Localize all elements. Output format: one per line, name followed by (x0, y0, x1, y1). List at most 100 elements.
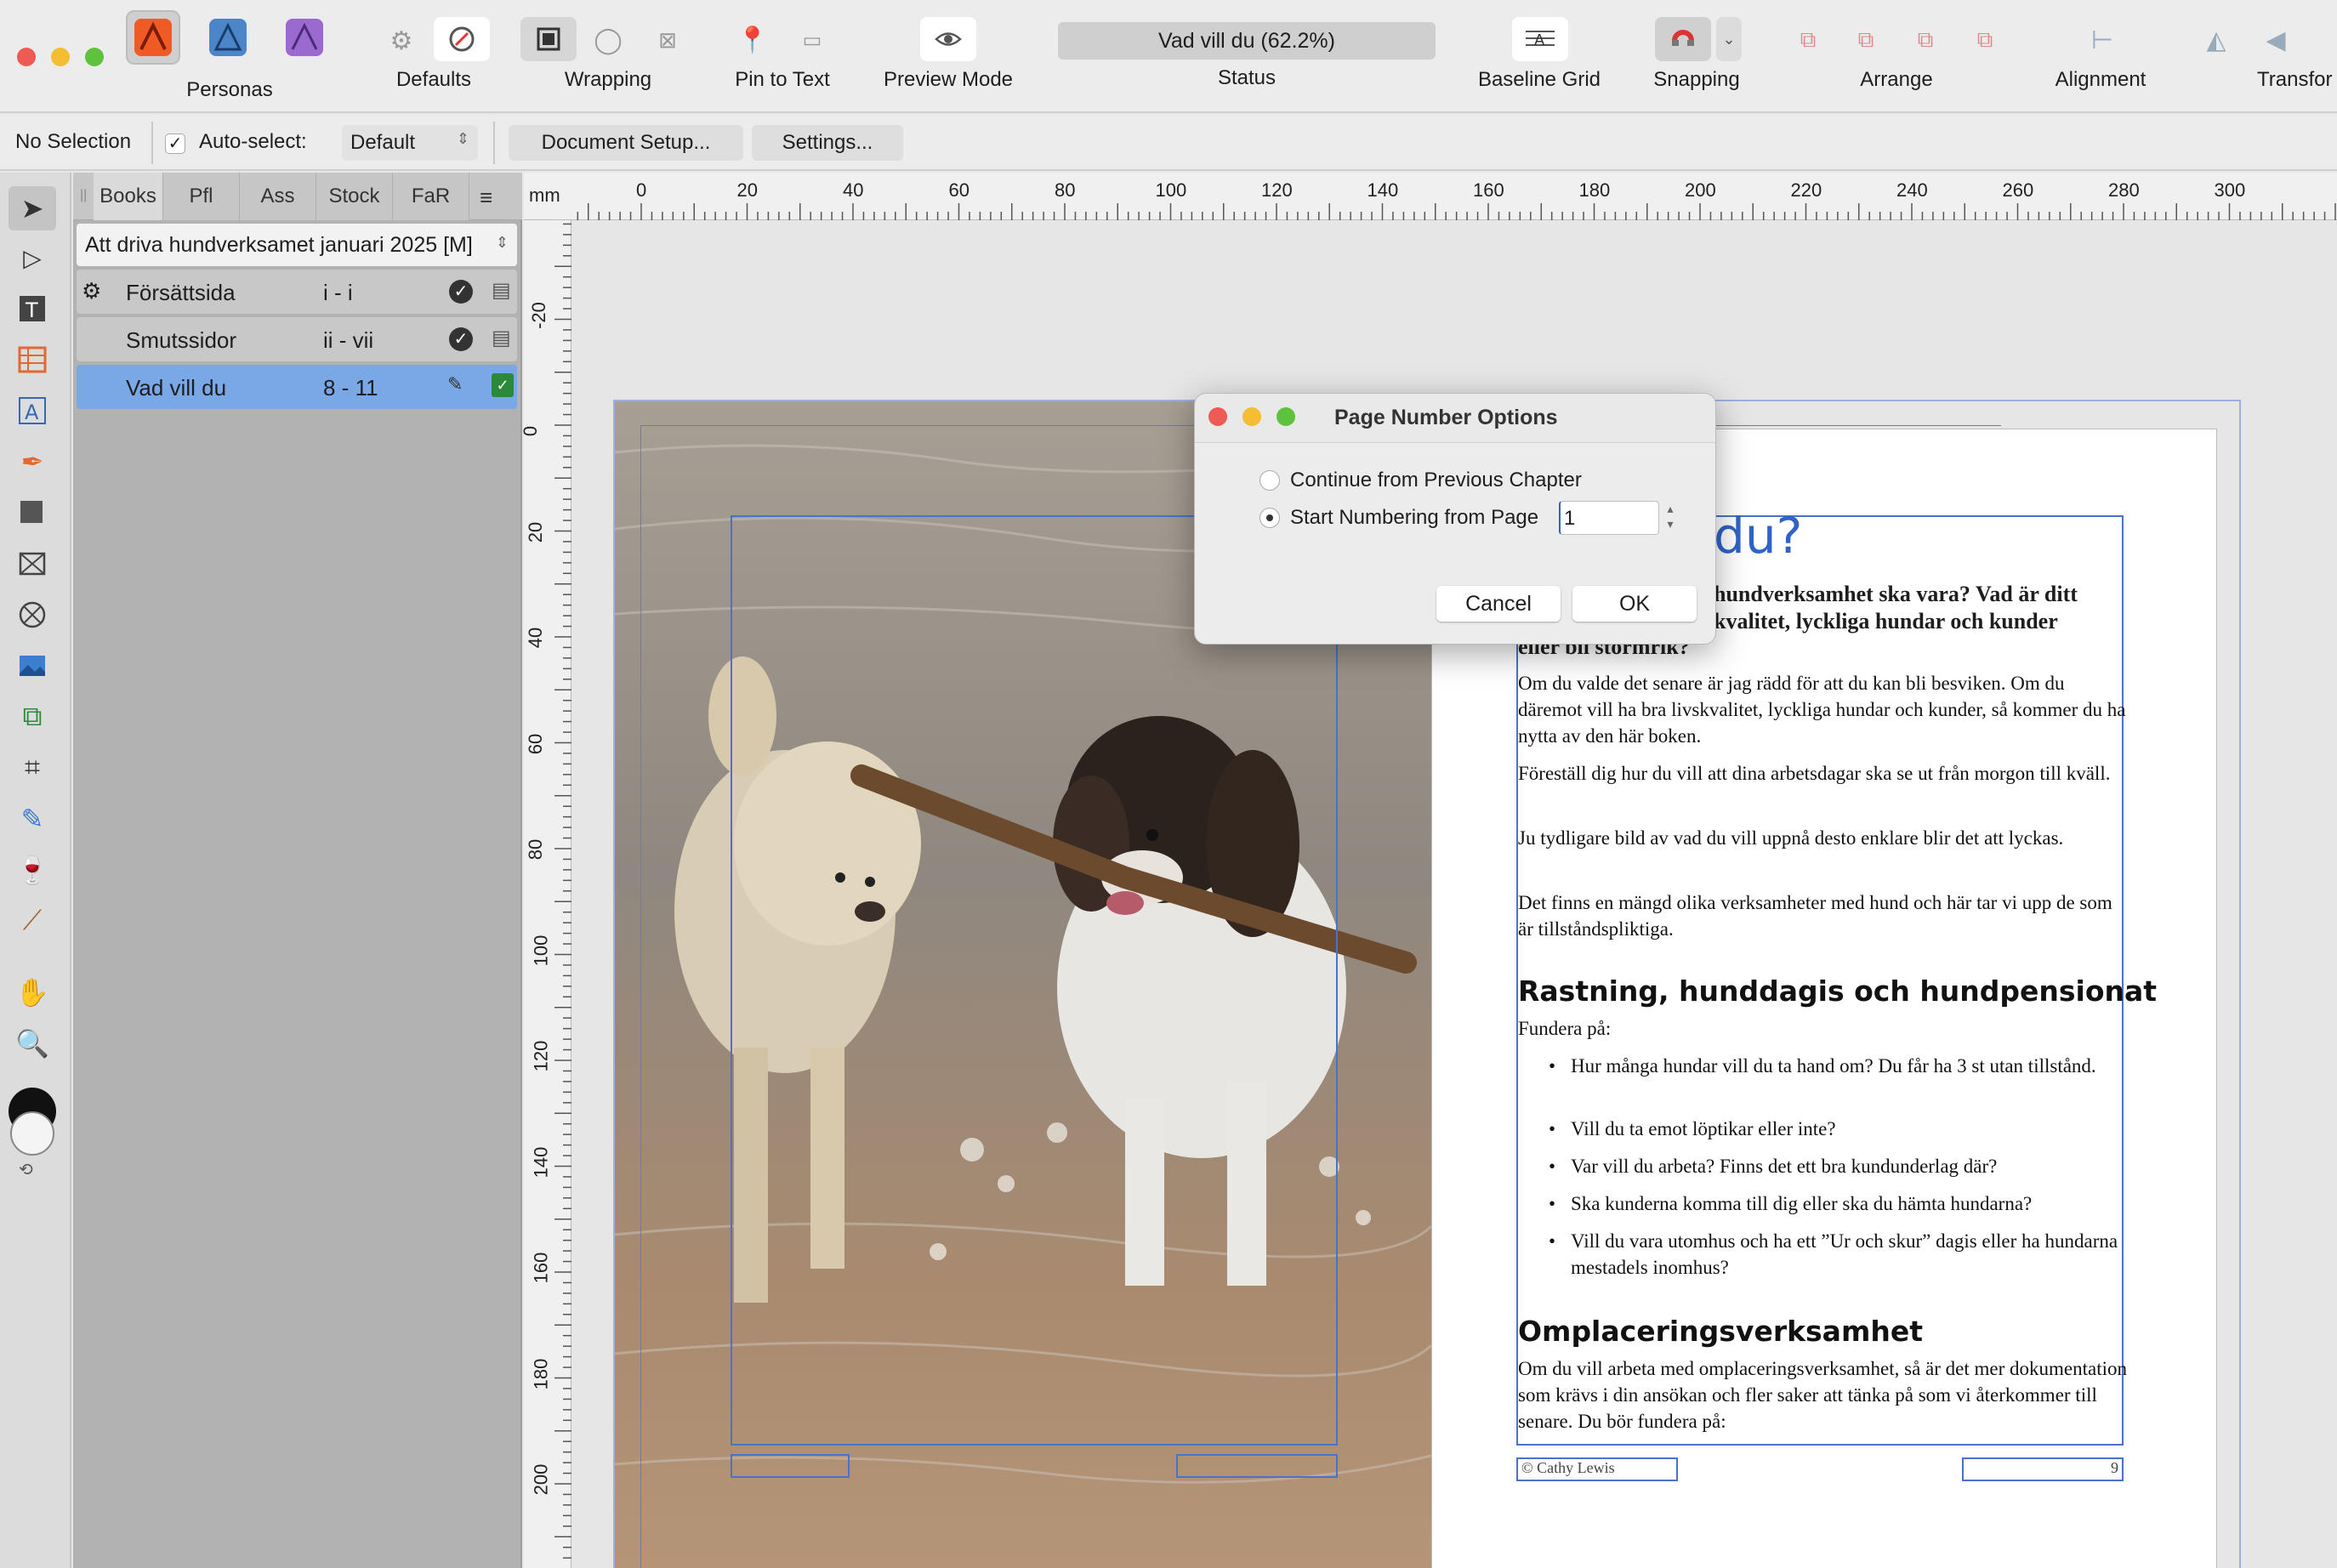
svg-text:A: A (25, 401, 39, 424)
tab-stock[interactable]: Stock (316, 173, 393, 220)
swap-colors-icon[interactable]: ⟲ (19, 1159, 33, 1180)
arrange-backward-icon[interactable]: ⧉ (1847, 19, 1885, 61)
pin-text-icon[interactable]: ▭ (791, 19, 833, 61)
ruler-tick-label: 100 (530, 935, 552, 966)
ruler-tick-label: 40 (843, 179, 864, 201)
tab-books[interactable]: Books (94, 173, 163, 220)
arrange-front-icon[interactable]: ⧉ (1966, 19, 2004, 61)
defaults-button[interactable] (434, 17, 490, 61)
page-title-fragment: du? (1714, 507, 1803, 565)
left-footer-frame[interactable] (731, 1454, 850, 1478)
chapter-name: Smutssidor (126, 327, 237, 353)
gear-icon[interactable]: ⚙ (381, 20, 422, 61)
settings-button[interactable]: Settings... (752, 125, 903, 161)
rotate-left-icon[interactable]: ◀ (2257, 19, 2294, 61)
table-tool-icon[interactable] (9, 338, 56, 382)
text-frame-tool-icon[interactable]: T (9, 287, 56, 331)
secondary-color-swatch[interactable] (10, 1111, 54, 1156)
dialog-close-button[interactable] (1208, 407, 1227, 426)
autoselect-select[interactable]: Default ⇕ (342, 125, 478, 161)
alignment-label: Alignment (2055, 68, 2147, 91)
bullet-item: Vill du ta emot löptikar eller inte? (1571, 1118, 1836, 1139)
wrap-circle-icon[interactable]: ◯ (587, 19, 629, 61)
footer-page-number[interactable]: 9 (1962, 1457, 2124, 1481)
book-select[interactable]: Att driva hundverksamet januari 2025 [M]… (77, 224, 517, 266)
document-setup-button[interactable]: Document Setup... (509, 125, 743, 161)
footer-copyright[interactable]: © Cathy Lewis (1516, 1457, 1678, 1481)
dialog-minimize-button[interactable] (1242, 407, 1261, 426)
bullet-item: Hur många hundar vill du ta hand om? Du … (1571, 1055, 2096, 1077)
color-picker-tool-icon[interactable]: ⟋ (9, 899, 56, 943)
dialog-zoom-button[interactable] (1277, 407, 1295, 426)
panel-menu-icon[interactable]: ≡ (480, 185, 492, 211)
start-page-input[interactable]: 1 (1559, 501, 1659, 535)
place-image-tool-icon[interactable] (9, 644, 56, 688)
move-tool-icon[interactable]: ➤ (9, 186, 56, 230)
wrap-none-icon[interactable]: ⊠ (646, 19, 689, 61)
body-paragraph: Fundera på: (1518, 1018, 1612, 1039)
snapping-dropdown-chevron-icon[interactable]: ⌄ (1716, 17, 1742, 61)
ruler-tick-label: 100 (1155, 179, 1187, 201)
chapter-row[interactable]: Smutssidor ii - vii ✓ ▤ (77, 317, 517, 361)
arrange-label: Arrange (1860, 68, 1933, 91)
ellipse-frame-tool-icon[interactable] (9, 593, 56, 637)
publisher-persona-button[interactable] (126, 10, 180, 65)
ruler-tick-label: 300 (2214, 179, 2246, 201)
section-heading: Rastning, hunddagis och hundpensionat (1518, 974, 2158, 1008)
wrap-settings-button[interactable] (520, 17, 577, 61)
continue-option-label: Continue from Previous Chapter (1290, 469, 1582, 491)
baseline-grid-button[interactable]: A (1512, 17, 1568, 61)
ok-button[interactable]: OK (1572, 586, 1697, 622)
preview-mode-button[interactable] (920, 17, 976, 61)
rectangle-tool-icon[interactable] (9, 491, 56, 535)
autoselect-checkbox[interactable]: ✓ (165, 134, 185, 154)
vertical-ruler[interactable]: -20 0 20 40 60 80 100 120 140 160 180 200 (520, 220, 571, 1568)
picture-frame-tool-icon[interactable] (9, 542, 56, 586)
ruler-tick-label: 140 (530, 1146, 552, 1178)
body-paragraph: Om du valde det senare är jag rädd för a… (1518, 673, 2126, 747)
hand-tool-icon[interactable]: ✋ (9, 970, 56, 1014)
snapping-button[interactable] (1655, 17, 1711, 61)
content-tool-icon[interactable]: ⧉ (9, 695, 56, 739)
pin-icon[interactable]: 📍 (731, 19, 774, 61)
window-zoom-button[interactable] (85, 48, 104, 66)
books-panel: || Books Pfl Ass Stock FaR ≡ Att driva h… (73, 173, 522, 1568)
horizontal-ruler[interactable]: mm 0 20 40 60 80 100 120 140 160 180 200 220 240 260 2… (524, 173, 2337, 220)
continue-radio[interactable] (1259, 470, 1280, 491)
start-page-stepper[interactable]: ▴ ▾ (1661, 501, 1680, 535)
flip-horizontal-icon[interactable]: ◭ (2198, 19, 2235, 61)
document-icon[interactable]: ▤ (492, 326, 511, 350)
personas-label: Personas (186, 78, 273, 101)
left-text-frame[interactable] (731, 515, 1338, 1446)
tab-assets[interactable]: Ass (240, 173, 316, 220)
tab-find-replace[interactable]: FaR (393, 173, 469, 220)
zoom-tool-icon[interactable]: 🔍 (9, 1021, 56, 1065)
window-minimize-button[interactable] (51, 48, 70, 66)
selection-status: No Selection (15, 130, 132, 153)
panel-grip-icon[interactable]: || (80, 188, 87, 203)
document-open-icon[interactable]: ✓ (492, 373, 514, 397)
intro-line: hundverksamhet ska vara? Vad är ditt (1714, 582, 2078, 606)
arrange-forward-icon[interactable]: ⧉ (1907, 19, 1944, 61)
window-close-button[interactable] (17, 48, 36, 66)
document-icon[interactable]: ▤ (492, 278, 511, 303)
arrange-back-icon[interactable]: ⧉ (1789, 19, 1827, 61)
start-numbering-radio[interactable] (1259, 508, 1280, 528)
artistic-text-tool-icon[interactable]: A (9, 389, 56, 433)
autoselect-value: Default (350, 131, 416, 154)
pen-tool-icon[interactable]: ✒ (9, 440, 56, 484)
left-pagenum-frame[interactable] (1176, 1454, 1338, 1478)
wrapping-label: Wrapping (564, 68, 652, 91)
transparency-tool-icon[interactable]: 🍷 (9, 848, 56, 892)
crop-tool-icon[interactable]: ⌗ (9, 746, 56, 790)
photo-persona-button[interactable] (277, 10, 332, 65)
node-tool-icon[interactable]: ▷ (9, 236, 56, 280)
align-left-icon[interactable]: ⊢ (2084, 19, 2121, 61)
edit-pen-icon[interactable]: ✎ (447, 373, 463, 395)
cancel-button[interactable]: Cancel (1436, 586, 1561, 622)
fill-tool-icon[interactable]: ✎ (9, 797, 56, 841)
tab-preflight[interactable]: Pfl (163, 173, 240, 220)
chapter-row[interactable]: ⚙ Försättsida i - i ✓ ▤ (77, 270, 517, 314)
designer-persona-button[interactable] (201, 10, 255, 65)
chapter-row-selected[interactable]: Vad vill du 8 - 11 ✎ ✓ (77, 365, 517, 409)
